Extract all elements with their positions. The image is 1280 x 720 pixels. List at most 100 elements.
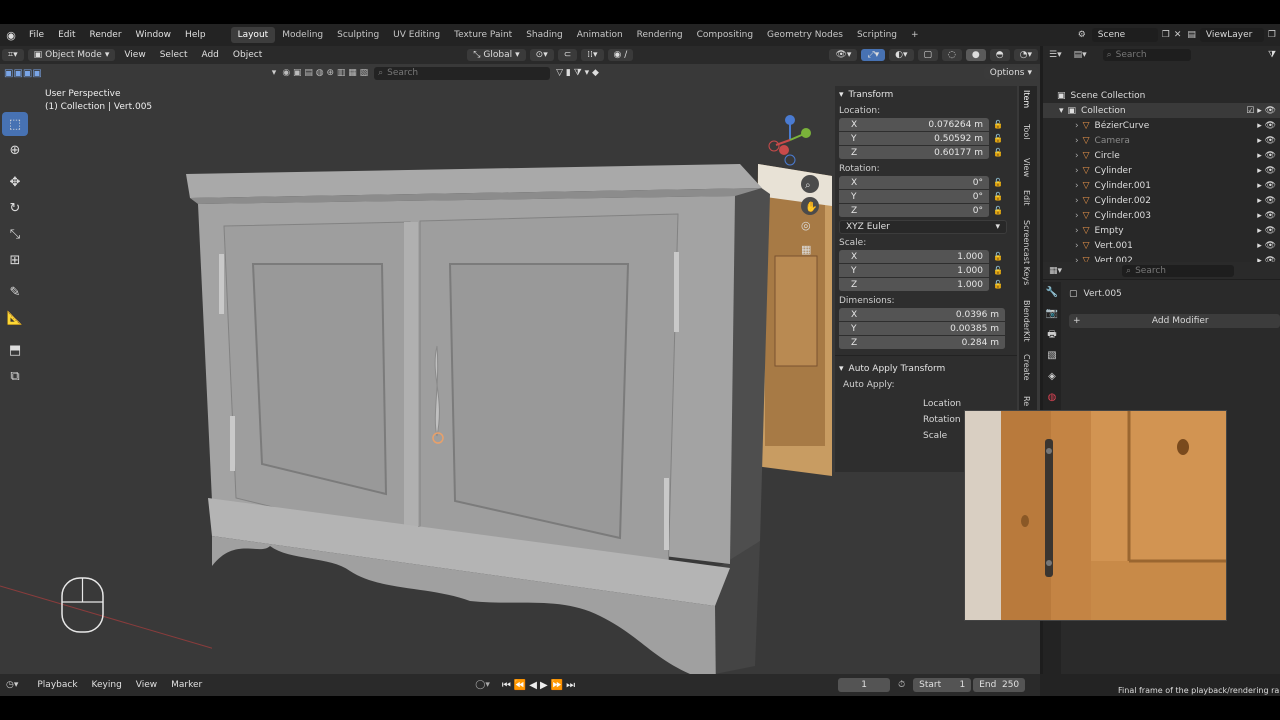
end-frame-field[interactable]: End 250	[973, 678, 1026, 692]
menu-window[interactable]: Window	[129, 30, 179, 40]
chevron-right-icon[interactable]: ›	[1075, 211, 1079, 221]
visibility-toggle-icon[interactable]: ▸ 👁	[1257, 241, 1276, 251]
visibility-toggle-icon[interactable]: ▸ 👁	[1257, 226, 1276, 236]
visibility-icon[interactable]: 👁▾	[829, 49, 858, 61]
visibility-toggle-icon[interactable]: ▸ 👁	[1257, 121, 1276, 131]
vp-menu-object[interactable]: Object	[226, 50, 269, 60]
dimensions-z-field[interactable]: Z 0.284 m	[839, 336, 1005, 350]
tab-uv-editing[interactable]: UV Editing	[386, 27, 447, 43]
tab-sculpting[interactable]: Sculpting	[330, 27, 386, 43]
visibility-toggle-icon[interactable]: ▸ 👁	[1257, 151, 1276, 161]
render-icon[interactable]: 📷	[1043, 303, 1061, 324]
visibility-toggle-icon[interactable]: ▸ 👁	[1257, 211, 1276, 221]
tab-texture-paint[interactable]: Texture Paint	[447, 27, 519, 43]
visibility-toggle-icon[interactable]: ▸ 👁	[1257, 136, 1276, 146]
rotation-x-field[interactable]: X 0° 🔓	[839, 176, 1003, 190]
chevron-right-icon[interactable]: ›	[1075, 121, 1079, 131]
camera-view-icon[interactable]: ◎	[801, 219, 811, 232]
scene-selector[interactable]: Scene	[1091, 28, 1158, 42]
properties-search-field[interactable]: ⌕ Search	[1122, 264, 1235, 277]
scene-icon[interactable]: ⚙	[1078, 30, 1086, 40]
location-z-field[interactable]: Z 0.60177 m 🔓	[839, 146, 1003, 160]
vp-menu-add[interactable]: Add	[194, 50, 225, 60]
outliner-item[interactable]: › ▽ Cylinder.001 ▸ 👁	[1043, 178, 1280, 193]
playback-controls[interactable]: ⏮⏪◀▶⏩⏭	[502, 680, 578, 691]
select-mode-icons[interactable]: ▣▣▣▣	[4, 68, 42, 79]
tl-menu-marker[interactable]: Marker	[164, 680, 209, 690]
add-object-icon[interactable]: ⧉	[2, 364, 28, 388]
visibility-toggle-icon[interactable]: ▸ 👁	[1257, 166, 1276, 176]
snap-icon[interactable]: ⊂	[557, 49, 578, 61]
visibility-toggle-icon[interactable]: ▸ 👁	[1257, 181, 1276, 191]
outliner-item[interactable]: › ▽ Cylinder ▸ 👁	[1043, 163, 1280, 178]
tab-edit[interactable]: Edit	[1022, 190, 1031, 206]
tab-modeling[interactable]: Modeling	[275, 27, 330, 43]
outliner-item[interactable]: › ▽ Camera ▸ 👁	[1043, 133, 1280, 148]
add-workspace-icon[interactable]: +	[904, 27, 926, 43]
proportional-edit-icon[interactable]: ◉ ∕	[607, 49, 634, 61]
annotate-icon[interactable]: ✎	[2, 280, 28, 304]
tl-menu-playback[interactable]: Playback	[30, 680, 84, 690]
location-x-field[interactable]: X 0.076264 m 🔓	[839, 118, 1003, 132]
visibility-toggle-icon[interactable]: ▸ 👁	[1257, 196, 1276, 206]
tab-view[interactable]: View	[1022, 158, 1031, 177]
pivot-point-icon[interactable]: ⊙▾	[529, 49, 554, 61]
ortho-toggle-icon[interactable]: ▦	[801, 243, 811, 256]
chevron-right-icon[interactable]: ›	[1075, 196, 1079, 206]
chevron-right-icon[interactable]: ›	[1075, 136, 1079, 146]
tool-settings-icon[interactable]: 🔧	[1043, 282, 1061, 303]
chevron-right-icon[interactable]: ›	[1075, 166, 1079, 176]
tab-layout[interactable]: Layout	[230, 27, 276, 43]
auto-apply-panel-header[interactable]: ▾ Auto Apply Transform	[835, 360, 1017, 378]
start-frame-field[interactable]: Start 1	[913, 678, 972, 692]
tab-rendering[interactable]: Rendering	[630, 27, 690, 43]
scale-y-field[interactable]: Y 1.000 🔓	[839, 264, 1003, 278]
vp-menu-select[interactable]: Select	[153, 50, 195, 60]
tab-compositing[interactable]: Compositing	[690, 27, 760, 43]
location-y-field[interactable]: Y 0.50592 m 🔓	[839, 132, 1003, 146]
transform-orientation-selector[interactable]: ⤡ Global ▾	[467, 49, 526, 61]
menu-render[interactable]: Render	[83, 30, 129, 40]
menu-edit[interactable]: Edit	[51, 30, 82, 40]
menu-file[interactable]: File	[22, 30, 51, 40]
outliner-item[interactable]: › ▽ Vert.001 ▸ 👁	[1043, 238, 1280, 253]
new-scene-icon[interactable]: ❐	[1162, 30, 1170, 40]
editor-type-icon[interactable]: ⌗▾	[2, 49, 24, 61]
tab-shading[interactable]: Shading	[519, 27, 570, 43]
select-box-icon[interactable]: ⬚	[2, 112, 28, 136]
snap-target-icon[interactable]: ⁞⁞▾	[581, 49, 604, 61]
tab-item[interactable]: Item	[1022, 90, 1031, 108]
viewport-search-field[interactable]: ⌕ Search	[374, 66, 551, 80]
lock-icon[interactable]: 🔓	[991, 280, 1005, 289]
viewlayer-icon[interactable]: ▤	[1187, 30, 1196, 40]
filter-icon[interactable]: ⧩	[1268, 50, 1276, 60]
viewlayer-selector[interactable]: ViewLayer	[1199, 28, 1264, 42]
row-toggle-icons[interactable]: ☑ ▸ 👁	[1246, 106, 1276, 116]
options-button[interactable]: Options ▾	[983, 67, 1038, 79]
lock-icon[interactable]: 🔓	[991, 266, 1005, 275]
tab-animation[interactable]: Animation	[570, 27, 630, 43]
navigation-gizmo[interactable]: ⌕ ✋	[760, 112, 830, 232]
delete-scene-icon[interactable]: ✕	[1174, 30, 1182, 40]
lock-icon[interactable]: 🔓	[991, 134, 1005, 143]
new-viewlayer-icon[interactable]: ❐	[1268, 30, 1276, 40]
menu-help[interactable]: Help	[178, 30, 213, 40]
lock-icon[interactable]: 🔓	[991, 120, 1005, 129]
rotation-z-field[interactable]: Z 0° 🔓	[839, 204, 1003, 218]
chevron-right-icon[interactable]: ›	[1075, 226, 1079, 236]
object-type-filter-icons[interactable]: ◉ ▣ ▤ ◍ ⊕ ▥ ▦ ▧	[282, 68, 368, 78]
chevron-right-icon[interactable]: ›	[1075, 181, 1079, 191]
outliner-item[interactable]: › ▽ BézierCurve ▸ 👁	[1043, 118, 1280, 133]
chevron-right-icon[interactable]: ›	[1075, 241, 1079, 251]
lock-icon[interactable]: 🔓	[991, 178, 1005, 187]
filter-chevron-icon[interactable]: ▾	[272, 68, 277, 78]
tab-geometry-nodes[interactable]: Geometry Nodes	[760, 27, 850, 43]
outliner-editor-icon[interactable]: ☰▾	[1049, 50, 1062, 60]
outliner-item[interactable]: › ▽ Empty ▸ 👁	[1043, 223, 1280, 238]
rotate-icon[interactable]: ↻	[2, 196, 28, 220]
vp-menu-view[interactable]: View	[117, 50, 152, 60]
scale-z-field[interactable]: Z 1.000 🔓	[839, 278, 1003, 292]
output-icon[interactable]: 🖶	[1043, 324, 1061, 345]
scene-props-icon[interactable]: ◈	[1043, 366, 1061, 387]
outliner-item[interactable]: › ▽ Cylinder.002 ▸ 👁	[1043, 193, 1280, 208]
